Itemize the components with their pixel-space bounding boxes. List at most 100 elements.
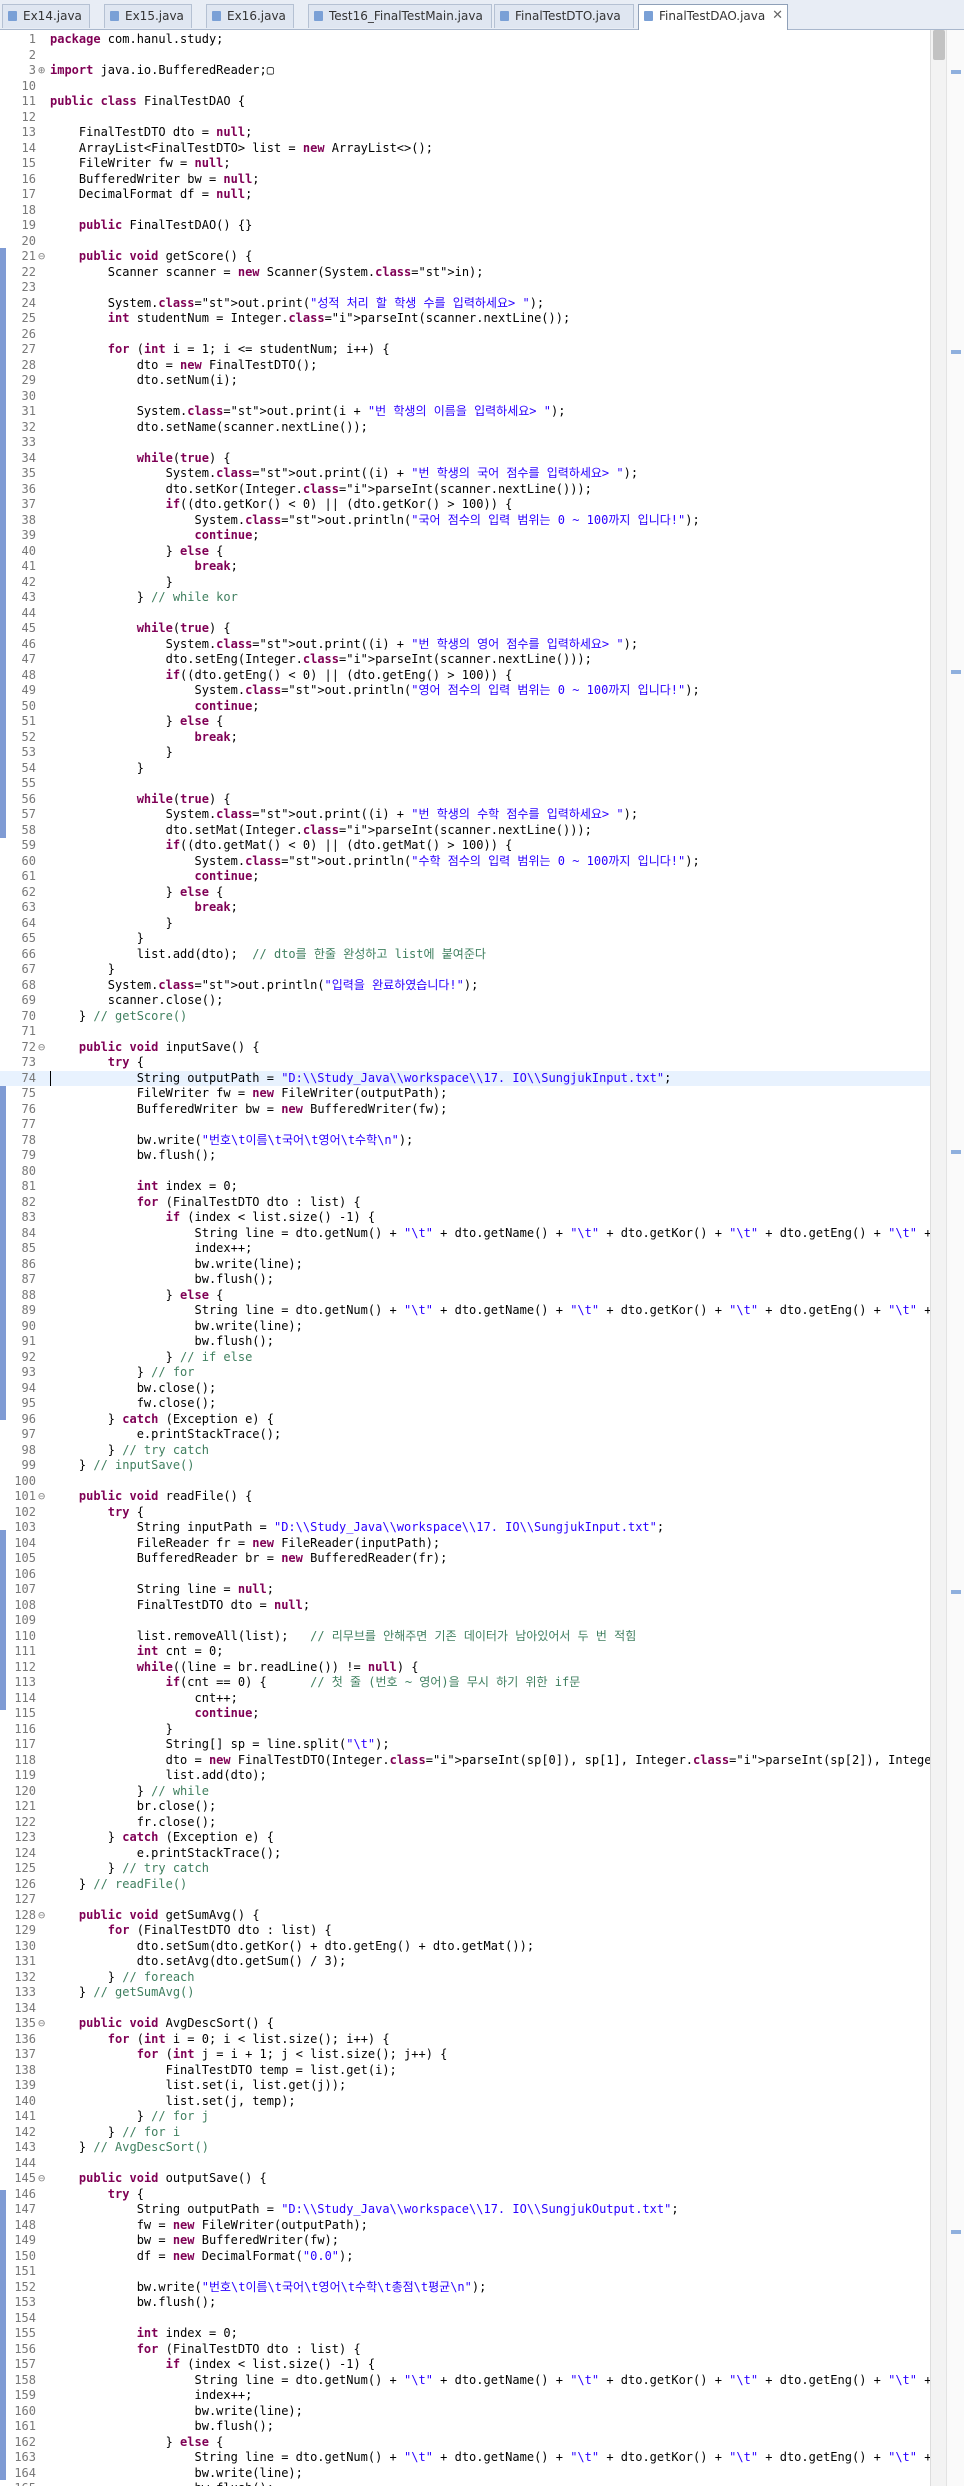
code-line[interactable]: 56 while(true) { (0, 792, 930, 807)
code-line[interactable]: 108 FinalTestDTO dto = null; (0, 1598, 930, 1613)
code-line[interactable]: 17 DecimalFormat df = null; (0, 187, 930, 202)
scrollbar-thumb[interactable] (933, 30, 945, 60)
code-line[interactable]: 79 bw.flush(); (0, 1148, 930, 1163)
code-line[interactable]: 84 String line = dto.getNum() + "\t" + d… (0, 1226, 930, 1241)
code-line[interactable]: 120 } // while (0, 1784, 930, 1799)
code-line[interactable]: 165 bw.flush(); (0, 2481, 930, 2486)
tab-test16-finaltestmain[interactable]: Test16_FinalTestMain.java (308, 4, 492, 28)
code-line[interactable]: 72 ⊖ public void inputSave() { (0, 1040, 930, 1055)
overview-marker[interactable] (951, 1590, 961, 1594)
code-line[interactable]: 102 try { (0, 1505, 930, 1520)
code-line[interactable]: 12 (0, 110, 930, 125)
code-line[interactable]: 162 } else { (0, 2435, 930, 2450)
code-line[interactable]: 153 bw.flush(); (0, 2295, 930, 2310)
code-line[interactable]: 21 ⊖ public void getScore() { (0, 249, 930, 264)
code-line[interactable]: 70 } // getScore() (0, 1009, 930, 1024)
code-line[interactable]: 14 ArrayList<FinalTestDTO> list = new Ar… (0, 141, 930, 156)
code-line[interactable]: 152 bw.write("번호\t이름\t국어\t영어\t수학\t총점\t평균… (0, 2280, 930, 2295)
code-line[interactable]: 146 try { (0, 2187, 930, 2202)
code-line[interactable]: 68 System.class="st">out.println("입력을 완료… (0, 978, 930, 993)
code-line[interactable]: 107 String line = null; (0, 1582, 930, 1597)
code-line[interactable]: 53 } (0, 745, 930, 760)
code-line[interactable]: 73 try { (0, 1055, 930, 1070)
code-line[interactable]: 132 } // foreach (0, 1970, 930, 1985)
code-line[interactable]: 43 } // while kor (0, 590, 930, 605)
code-line[interactable]: 90 bw.write(line); (0, 1319, 930, 1334)
code-line[interactable]: 137 for (int j = i + 1; j < list.size();… (0, 2047, 930, 2062)
code-line[interactable]: 109 (0, 1613, 930, 1628)
code-line[interactable]: 97 e.printStackTrace(); (0, 1427, 930, 1442)
code-line[interactable]: 39 continue; (0, 528, 930, 543)
code-line[interactable]: 20 (0, 234, 930, 249)
code-line[interactable]: 58 dto.setMat(Integer.class="i">parseInt… (0, 823, 930, 838)
overview-ruler[interactable] (946, 30, 964, 2486)
code-line[interactable]: 51 } else { (0, 714, 930, 729)
code-line[interactable]: 32 dto.setName(scanner.nextLine()); (0, 420, 930, 435)
code-line[interactable]: 71 (0, 1024, 930, 1039)
code-line[interactable]: 87 bw.flush(); (0, 1272, 930, 1287)
code-line[interactable]: 1 package com.hanul.study; (0, 32, 930, 47)
code-line[interactable]: 138 FinalTestDTO temp = list.get(i); (0, 2063, 930, 2078)
code-line[interactable]: 50 continue; (0, 699, 930, 714)
fold-toggle-icon[interactable]: ⊖ (38, 1489, 45, 1504)
overview-marker[interactable] (951, 670, 961, 674)
code-line[interactable]: 13 FinalTestDTO dto = null; (0, 125, 930, 140)
code-line[interactable]: 151 (0, 2264, 930, 2279)
code-line[interactable]: 149 bw = new BufferedWriter(fw); (0, 2233, 930, 2248)
code-line[interactable]: 45 while(true) { (0, 621, 930, 636)
code-line[interactable]: 52 break; (0, 730, 930, 745)
code-line[interactable]: 140 list.set(j, temp); (0, 2094, 930, 2109)
code-line[interactable]: 30 (0, 389, 930, 404)
code-line[interactable]: 95 fw.close(); (0, 1396, 930, 1411)
code-line[interactable]: 144 (0, 2156, 930, 2171)
fold-toggle-icon[interactable]: ⊕ (38, 63, 45, 78)
code-line[interactable]: 98 } // try catch (0, 1443, 930, 1458)
code-line[interactable]: 131 dto.setAvg(dto.getSum() / 3); (0, 1954, 930, 1969)
code-line[interactable]: 160 bw.write(line); (0, 2404, 930, 2419)
code-line[interactable]: 88 } else { (0, 1288, 930, 1303)
code-line[interactable]: 19 public FinalTestDAO() {} (0, 218, 930, 233)
code-line[interactable]: 69 scanner.close(); (0, 993, 930, 1008)
code-line[interactable]: 118 dto = new FinalTestDTO(Integer.class… (0, 1753, 930, 1768)
code-line[interactable]: 91 bw.flush(); (0, 1334, 930, 1349)
code-line[interactable]: 164 bw.write(line); (0, 2466, 930, 2481)
code-line[interactable]: 145 ⊖ public void outputSave() { (0, 2171, 930, 2186)
code-line[interactable]: 139 list.set(i, list.get(j)); (0, 2078, 930, 2093)
code-line[interactable]: 163 String line = dto.getNum() + "\t" + … (0, 2450, 930, 2465)
code-line[interactable]: 133 } // getSumAvg() (0, 1985, 930, 2000)
code-line[interactable]: 127 (0, 1892, 930, 1907)
code-line[interactable]: 94 bw.close(); (0, 1381, 930, 1396)
code-line[interactable]: 161 bw.flush(); (0, 2419, 930, 2434)
overview-marker[interactable] (951, 1150, 961, 1154)
code-line[interactable]: 29 dto.setNum(i); (0, 373, 930, 388)
code-line[interactable]: 75 FileWriter fw = new FileWriter(output… (0, 1086, 930, 1101)
code-line[interactable]: 63 break; (0, 900, 930, 915)
fold-toggle-icon[interactable]: ⊖ (38, 1040, 45, 1055)
fold-toggle-icon[interactable]: ⊖ (38, 249, 45, 264)
code-line[interactable]: 157 if (index < list.size() -1) { (0, 2357, 930, 2372)
code-line[interactable]: 62 } else { (0, 885, 930, 900)
code-line[interactable]: 38 System.class="st">out.println("국어 점수의… (0, 513, 930, 528)
code-line[interactable]: 81 int index = 0; (0, 1179, 930, 1194)
code-line[interactable]: 48 if((dto.getEng() < 0) || (dto.getEng(… (0, 668, 930, 683)
code-line[interactable]: 27 for (int i = 1; i <= studentNum; i++)… (0, 342, 930, 357)
code-line[interactable]: 125 } // try catch (0, 1861, 930, 1876)
code-line[interactable]: 122 fr.close(); (0, 1815, 930, 1830)
code-line[interactable]: 25 int studentNum = Integer.class="i">pa… (0, 311, 930, 326)
tab-ex15[interactable]: Ex15.java (104, 4, 192, 28)
code-line[interactable]: 59 if((dto.getMat() < 0) || (dto.getMat(… (0, 838, 930, 853)
code-line[interactable]: 35 System.class="st">out.print((i) + "번 … (0, 466, 930, 481)
tab-finaltestdto[interactable]: FinalTestDTO.java (494, 4, 634, 28)
overview-marker[interactable] (951, 350, 961, 354)
code-line[interactable]: 78 bw.write("번호\t이름\t국어\t영어\t수학\n"); (0, 1133, 930, 1148)
code-line[interactable]: 22 Scanner scanner = new Scanner(System.… (0, 265, 930, 280)
tab-ex16[interactable]: Ex16.java (206, 4, 294, 28)
code-line[interactable]: 36 dto.setKor(Integer.class="i">parseInt… (0, 482, 930, 497)
code-line[interactable]: 42 } (0, 575, 930, 590)
code-line[interactable]: 3 ⊕ import java.io.BufferedReader;▢ (0, 63, 930, 78)
code-line[interactable]: 141 } // for j (0, 2109, 930, 2124)
code-line[interactable]: 61 continue; (0, 869, 930, 884)
code-line[interactable]: 89 String line = dto.getNum() + "\t" + d… (0, 1303, 930, 1318)
code-line[interactable]: 104 FileReader fr = new FileReader(input… (0, 1536, 930, 1551)
code-line[interactable]: 83 if (index < list.size() -1) { (0, 1210, 930, 1225)
